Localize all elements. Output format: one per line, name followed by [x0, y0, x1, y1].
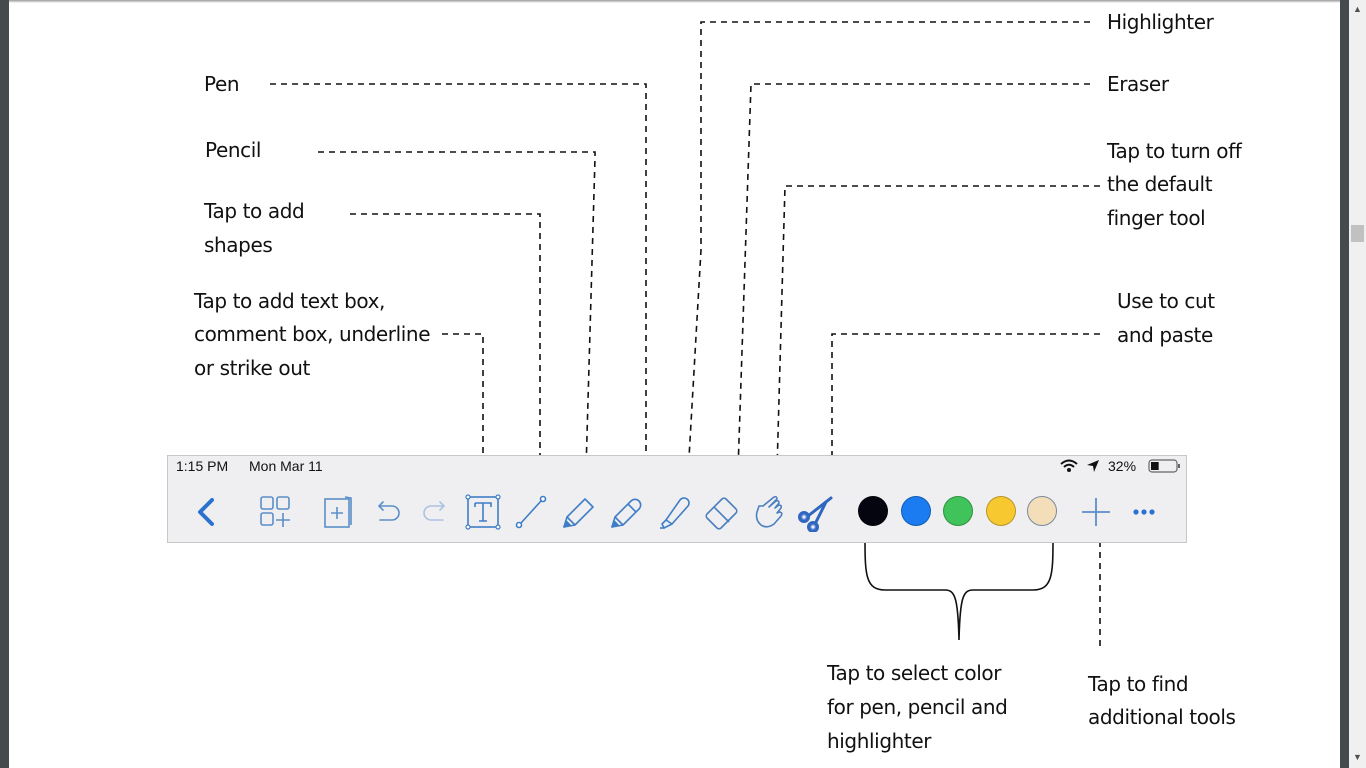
label-pencil: Pencil	[205, 138, 262, 162]
finger-tool-icon[interactable]	[749, 492, 789, 532]
label-color-2: for pen, pencil and	[827, 695, 1008, 719]
text-tool-icon[interactable]	[463, 492, 503, 532]
viewer-left-gutter	[0, 0, 9, 768]
label-more-1: Tap to find	[1088, 672, 1189, 696]
shape-line-icon[interactable]	[511, 492, 551, 532]
color-swatch-beige[interactable]	[1027, 496, 1057, 526]
label-finger-1: Tap to turn off	[1107, 139, 1242, 163]
highlighter-icon[interactable]	[654, 492, 694, 532]
label-eraser: Eraser	[1107, 72, 1169, 96]
color-swatch-black[interactable]	[858, 496, 888, 526]
label-textbox-3: or strike out	[194, 356, 310, 380]
label-textbox-2: comment box, underline	[194, 322, 431, 346]
label-highlighter: Highlighter	[1107, 10, 1214, 34]
label-pen: Pen	[204, 72, 240, 96]
scrollbar-thumb[interactable]	[1351, 225, 1364, 242]
label-color-1: Tap to select color	[827, 661, 1002, 685]
add-page-icon[interactable]	[318, 492, 358, 532]
label-more-2: additional tools	[1088, 705, 1236, 729]
label-textbox-1: Tap to add text box,	[194, 289, 385, 313]
scroll-down-arrow-icon[interactable]: ▼	[1349, 750, 1366, 764]
battery-percent: 32%	[1108, 458, 1137, 474]
label-shapes-1: Tap to add	[204, 199, 305, 223]
location-arrow-icon	[1087, 460, 1099, 472]
label-finger-3: finger tool	[1107, 206, 1206, 230]
viewer-right-gutter	[1340, 0, 1349, 768]
wifi-icon	[1060, 459, 1078, 472]
status-time: 1:15 PM	[176, 458, 229, 474]
thumbnails-icon[interactable]	[256, 492, 296, 532]
label-cut-1: Use to cut	[1117, 289, 1215, 313]
battery-icon	[1148, 459, 1180, 473]
status-date: Mon Mar 11	[249, 458, 323, 474]
back-chevron-icon[interactable]	[186, 492, 226, 532]
pen-icon[interactable]	[606, 492, 646, 532]
pencil-icon[interactable]	[558, 492, 598, 532]
label-shapes-2: shapes	[204, 233, 273, 257]
more-icon[interactable]	[1124, 492, 1164, 532]
document-page	[9, 3, 1340, 768]
label-finger-2: the default	[1107, 172, 1213, 196]
vertical-scrollbar[interactable]	[1349, 0, 1366, 768]
add-tool-icon[interactable]	[1076, 492, 1116, 532]
scroll-up-arrow-icon[interactable]: ▲	[1349, 2, 1366, 16]
scissors-icon[interactable]	[796, 492, 836, 532]
color-swatch-green[interactable]	[943, 496, 973, 526]
eraser-icon[interactable]	[702, 492, 742, 532]
label-cut-2: and paste	[1117, 323, 1213, 347]
color-swatch-blue[interactable]	[901, 496, 931, 526]
undo-icon[interactable]	[368, 492, 408, 532]
redo-icon[interactable]	[415, 492, 455, 532]
color-swatch-yellow[interactable]	[986, 496, 1016, 526]
label-color-3: highlighter	[827, 729, 932, 753]
ipad-toolbar: 1:15 PM Mon Mar 11 32%	[167, 455, 1187, 543]
